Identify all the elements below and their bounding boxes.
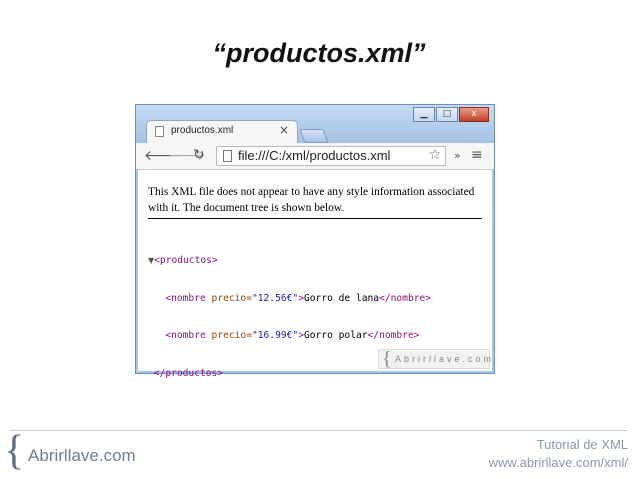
xml-root-close: </productos> (153, 367, 224, 379)
xml-text: Gorro de lana (303, 292, 380, 304)
close-window-button[interactable]: x (459, 107, 489, 122)
xml-item-close: </nombre> (367, 330, 420, 341)
minimize-button[interactable]: ▁ (413, 107, 435, 122)
toolbar: 🡐 🡒 ↻ file:///C:/xml/productos.xml ☆ » ≡ (136, 143, 494, 170)
document-icon (223, 150, 232, 162)
new-tab-button[interactable] (299, 129, 329, 143)
hamburger-menu-icon[interactable]: ≡ (471, 147, 483, 163)
xml-item-open: <nombre (165, 292, 212, 304)
xml-tree: ▼<productos> <nombre precio="12.56€">Gor… (148, 230, 431, 405)
xml-item-line: <nombre precio="12.56€">Gorro de lana</n… (148, 293, 431, 306)
style-notice: This XML file does not appear to have an… (148, 186, 475, 214)
page-content: This XML file does not appear to have an… (138, 170, 492, 379)
xml-attr: precio= (211, 330, 252, 341)
xml-attr-value: "16.99€" (251, 330, 299, 341)
watermark-logo: { Abrirllave.com (378, 348, 491, 370)
xml-attr: precio= (211, 292, 252, 304)
maximize-button[interactable]: □ (436, 107, 458, 122)
divider (148, 218, 482, 219)
xml-root-open: <productos> (154, 255, 218, 266)
tab-label: productos.xml (171, 125, 234, 136)
footer-info: Tutorial de XML www.abrirllave.com/xml/ (489, 436, 628, 472)
brace-icon: { (382, 348, 392, 370)
footer-url[interactable]: www.abrirllave.com/xml/ (489, 454, 628, 472)
watermark-text: Abrirllave.com (395, 354, 495, 364)
page-icon (155, 126, 164, 137)
xml-item-open: <nombre (165, 330, 212, 341)
xml-text: Gorro polar (303, 330, 368, 341)
footer-logo-text: Abrirllave.com (28, 446, 136, 465)
footer-divider (10, 430, 628, 431)
logo-brace-icon: { (4, 428, 25, 474)
close-tab-icon[interactable]: × (279, 123, 289, 137)
title-bar: ▁ □ x productos.xml × (136, 105, 494, 143)
xml-attr-value: "12.56€" (251, 292, 299, 304)
footer-tutorial: Tutorial de XML (536, 437, 628, 452)
address-bar[interactable]: file:///C:/xml/productos.xml ☆ (216, 146, 446, 166)
xml-item-close: </nombre> (379, 292, 432, 304)
browser-window: ▁ □ x productos.xml × 🡐 🡒 ↻ file:///C:/x… (135, 104, 495, 379)
window-controls: ▁ □ x (413, 107, 489, 122)
star-icon[interactable]: ☆ (428, 147, 441, 163)
tab-productos[interactable]: productos.xml × (146, 120, 298, 143)
url-text[interactable]: file:///C:/xml/productos.xml (238, 148, 390, 163)
reload-icon[interactable]: ↻ (193, 147, 205, 163)
slide-title: “productos.xml” (212, 38, 426, 68)
xml-item-line: <nombre precio="16.99€">Gorro polar</nom… (148, 330, 431, 343)
double-chevron-icon[interactable]: » (454, 149, 461, 162)
xml-root-open-line[interactable]: ▼<productos> (148, 255, 431, 268)
